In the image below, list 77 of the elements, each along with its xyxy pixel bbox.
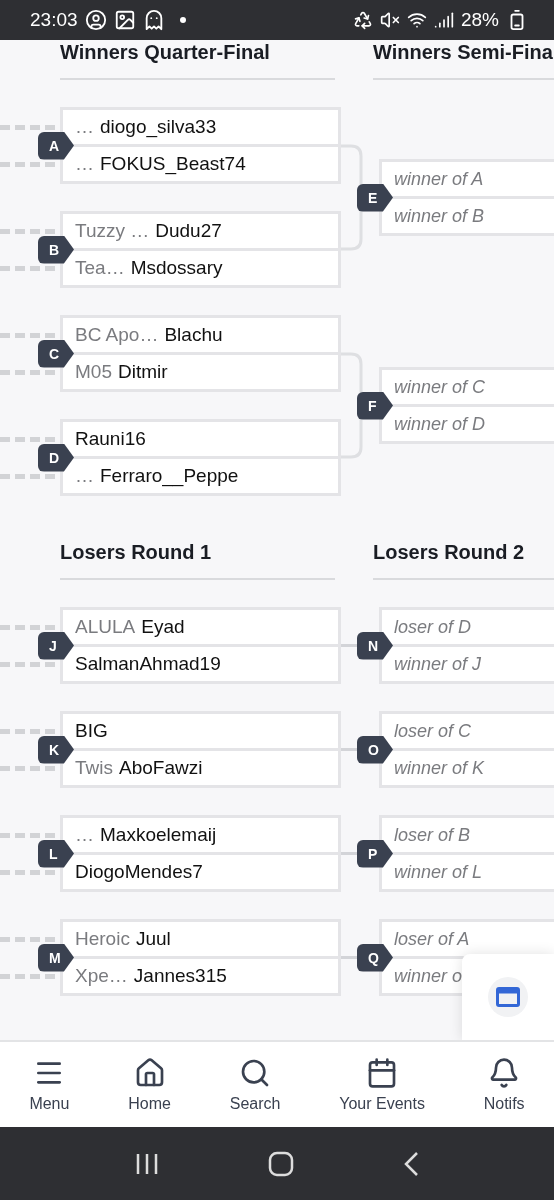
recent-apps-icon[interactable] — [134, 1151, 159, 1176]
team-tag: BC Apo… — [75, 324, 159, 346]
player-name: Ditmir — [117, 361, 168, 383]
round-title: Losers Round 2 — [373, 540, 554, 580]
team-tag: Xpe… — [75, 965, 128, 987]
team-tag: … — [75, 116, 94, 138]
pending-slot-text: winner o — [394, 965, 463, 987]
player-name: Maxkoelemaij — [100, 824, 217, 846]
nav-item[interactable]: Menu — [27, 1052, 72, 1117]
signal-icon — [433, 10, 454, 30]
match-label: B — [38, 235, 74, 264]
player-name: FOKUS_Beast74 — [100, 153, 246, 175]
match-label: D — [38, 443, 74, 472]
match-label: L — [38, 839, 74, 868]
nav-item[interactable]: Notifs — [481, 1052, 527, 1117]
pending-slot-text: loser of D — [394, 616, 472, 638]
match-label: Q — [357, 943, 393, 972]
pending-slot-text: winner of B — [394, 205, 485, 227]
player-name: SalmanAhmad19 — [75, 653, 221, 675]
match-label: K — [38, 735, 74, 764]
team-tag: ALULA — [75, 616, 136, 638]
player-name: AboFawzi — [119, 757, 203, 779]
round-title: Losers Round 1 — [60, 540, 335, 580]
match-label: O — [357, 735, 393, 764]
pending-slot-text: winner of J — [394, 653, 482, 675]
team-tag: Heroic — [75, 928, 130, 950]
pending-slot-text: loser of B — [394, 824, 471, 846]
team-tag: … — [75, 153, 94, 175]
pending-slot-text: winner of L — [394, 861, 483, 883]
window-icon — [496, 987, 520, 1007]
widget-dialog[interactable] — [462, 954, 554, 1040]
pending-slot-text: winner of D — [394, 413, 486, 435]
pending-slot-text: loser of A — [394, 928, 470, 950]
dot-icon — [179, 17, 186, 23]
match-label: A — [38, 131, 74, 160]
nav-item[interactable]: Home — [126, 1052, 173, 1117]
team-tag: Tea… — [75, 257, 125, 279]
clock: 23:03 — [30, 9, 78, 31]
image-icon — [113, 9, 136, 31]
recycle-icon — [352, 10, 373, 30]
pending-slot-text: loser of C — [394, 720, 472, 742]
player-name: Eyad — [141, 616, 185, 638]
pending-slot-text: winner of A — [394, 168, 484, 190]
team-tag: Tuzzy … — [75, 220, 150, 242]
home-button-icon[interactable] — [268, 1150, 294, 1177]
match-label: E — [357, 183, 393, 212]
nav-item[interactable]: Your Events — [337, 1052, 427, 1117]
match-label: N — [357, 631, 393, 660]
team-tag: … — [75, 465, 94, 487]
round-title: Winners Semi-Fina — [373, 40, 554, 80]
match-label: J — [38, 631, 74, 660]
team-tag: M05 — [75, 361, 112, 383]
match-label: P — [357, 839, 393, 868]
player-name: Juul — [135, 928, 171, 950]
player-name: Blachu — [164, 324, 223, 346]
player-name: Rauni16 — [75, 428, 146, 450]
battery-percent: 28% — [460, 9, 499, 31]
team-tag: Twis — [75, 757, 113, 779]
player-name: Dudu27 — [155, 220, 222, 242]
pending-slot-text: winner of C — [394, 376, 486, 398]
player-name: BIG — [75, 720, 108, 742]
player-name: diogo_silva33 — [100, 116, 217, 138]
back-icon[interactable] — [403, 1150, 420, 1177]
match-label: M — [38, 943, 74, 972]
team-tag: … — [75, 824, 94, 846]
round-title: Winners Quarter-Final — [60, 40, 335, 80]
wifi-icon — [406, 10, 427, 30]
player-name: DiogoMendes7 — [75, 861, 203, 883]
mute-icon — [379, 10, 400, 30]
match-label: C — [38, 339, 74, 368]
player-name: Msdossary — [130, 257, 223, 279]
pending-slot-text: winner of K — [394, 757, 485, 779]
player-name: Jannes315 — [133, 965, 227, 987]
nav-item[interactable]: Search — [227, 1052, 283, 1117]
match-label: F — [357, 391, 393, 420]
user-circle-icon — [84, 9, 107, 31]
player-name: Ferraro__Peppe — [100, 465, 239, 487]
